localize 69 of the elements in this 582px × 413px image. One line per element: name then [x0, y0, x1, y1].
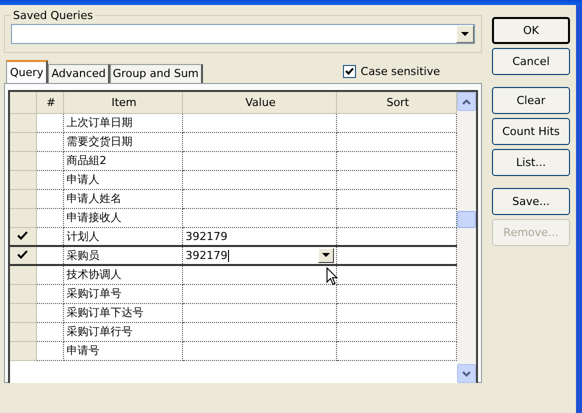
table-cell: 计划人: [63, 227, 182, 246]
current-row[interactable]: 采购员 392179: [10, 246, 456, 265]
table-cell: 上次订单日期: [63, 113, 182, 132]
table-row[interactable]: 需要交货日期: [10, 132, 456, 151]
column-header[interactable]: Value: [182, 92, 336, 113]
checkbox[interactable]: [342, 65, 356, 78]
dropdown-button[interactable]: [456, 25, 474, 43]
table-cell: 申请号: [63, 341, 182, 360]
table-cell: 申请人姓名: [63, 189, 182, 208]
scroll-thumb[interactable]: [457, 211, 476, 228]
check-icon: [17, 250, 28, 259]
table-cell: 需要交货日期: [63, 132, 182, 151]
table-cell: 392179: [182, 227, 336, 246]
saved-queries-label: Saved Queries: [12, 9, 94, 22]
dialog-button[interactable]: Cancel: [492, 48, 570, 75]
dialog-button[interactable]: List...: [492, 149, 570, 176]
table-cell: [36, 151, 63, 170]
column-header[interactable]: #: [36, 92, 63, 113]
row-selector[interactable]: [10, 246, 36, 265]
table-cell: 采购订单号: [63, 284, 182, 303]
table-cell: 申请人: [63, 170, 182, 189]
table-row[interactable]: 采购订单号: [10, 284, 456, 303]
tab[interactable]: Group and Sum: [110, 64, 203, 83]
dialog-button[interactable]: Save...: [492, 188, 570, 215]
table-cell: [36, 208, 63, 227]
table-row[interactable]: 申请人: [10, 170, 456, 189]
check-icon: [17, 230, 28, 240]
scroll-down-button[interactable]: [457, 364, 476, 383]
table-cell: [36, 113, 63, 132]
table-row[interactable]: 采购订单行号: [10, 322, 456, 341]
caret-icon: [322, 253, 330, 258]
dropdown-button[interactable]: [318, 248, 334, 263]
dialog-button[interactable]: OK: [492, 17, 570, 44]
table-cell: [36, 246, 63, 265]
case-sensitive-label: Case sensitive: [360, 65, 440, 78]
column-header[interactable]: Item: [63, 92, 182, 113]
mouse-cursor-icon: [326, 267, 338, 286]
table-cell: [36, 303, 63, 322]
table-row[interactable]: 申请人姓名: [10, 189, 456, 208]
table-cell: 采购员: [63, 246, 182, 265]
table-row[interactable]: 申请号: [10, 341, 456, 360]
table-row[interactable]: 商品組2: [10, 151, 456, 170]
dialog-button[interactable]: Clear: [492, 87, 570, 114]
table-cell: 采购订单下达号: [63, 303, 182, 322]
table-row[interactable]: 申请接收人: [10, 208, 456, 227]
caret-icon: [461, 32, 469, 36]
table-cell: [36, 265, 63, 284]
header-cell: [10, 92, 36, 113]
column-header[interactable]: Sort: [336, 92, 456, 113]
table-cell: [36, 132, 63, 151]
table-row[interactable]: 采购订单下达号: [10, 303, 456, 322]
table-row[interactable]: 上次订单日期: [10, 113, 456, 132]
table-cell: [36, 322, 63, 341]
table-cell: 申请接收人: [63, 208, 182, 227]
tab[interactable]: Query: [6, 60, 48, 83]
tab[interactable]: Advanced: [48, 64, 110, 83]
chevron-up-icon: [462, 98, 471, 104]
scrollbar[interactable]: [457, 92, 476, 383]
value-input[interactable]: 392179: [186, 249, 228, 262]
scroll-up-button[interactable]: [457, 92, 476, 111]
dialog-button[interactable]: Count Hits: [492, 118, 570, 145]
table-cell: [36, 341, 63, 360]
table-cell: 采购订单行号: [63, 322, 182, 341]
table-cell: 技术协调人: [63, 265, 182, 284]
table-cell: 商品組2: [63, 151, 182, 170]
chevron-down-icon: [462, 370, 471, 376]
table-cell: [36, 284, 63, 303]
table-cell: [36, 170, 63, 189]
table-cell: [36, 189, 63, 208]
